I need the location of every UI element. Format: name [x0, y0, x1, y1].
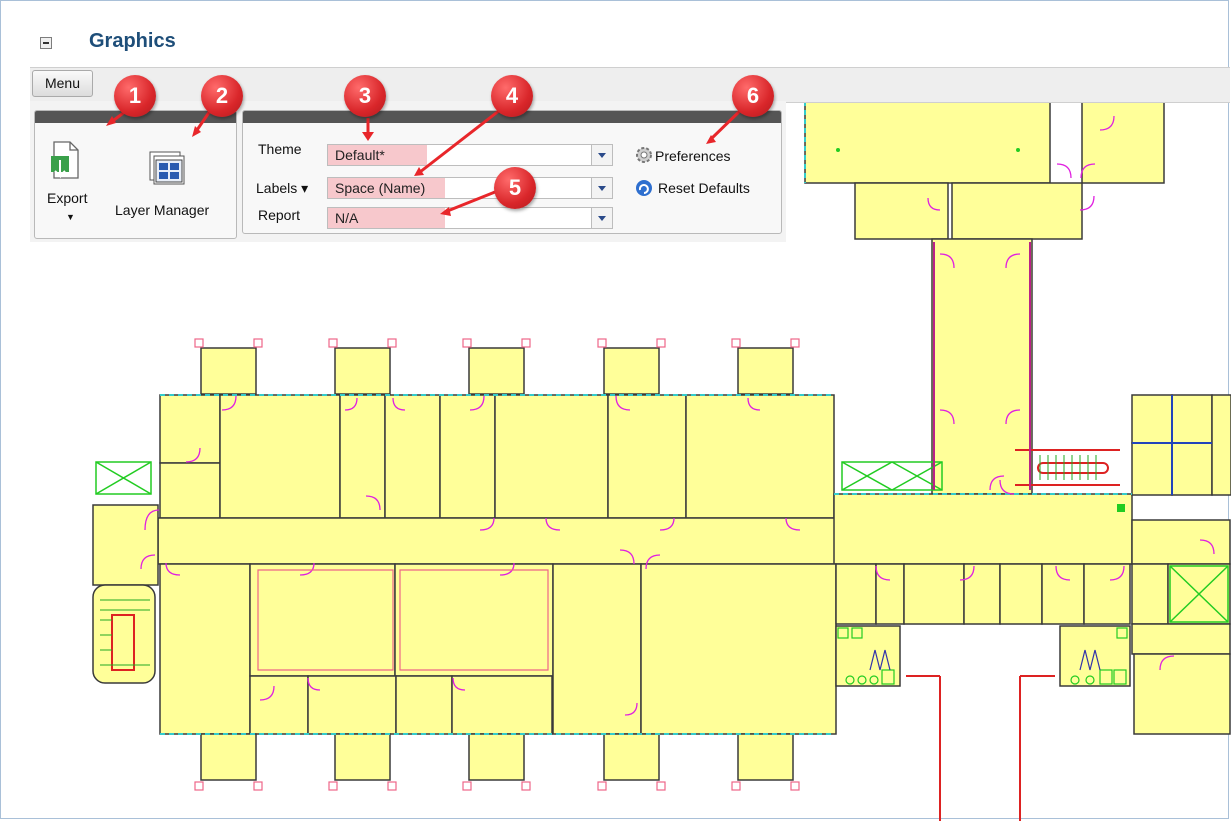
- menu-button[interactable]: Menu: [32, 70, 93, 97]
- callout-badge-4: 4: [491, 75, 533, 117]
- gear-icon[interactable]: [634, 145, 654, 165]
- chevron-down-icon[interactable]: ▼: [66, 212, 75, 222]
- layer-manager-icon[interactable]: [148, 150, 188, 190]
- report-value: N/A: [328, 208, 445, 228]
- labels-select[interactable]: Space (Name): [327, 177, 613, 199]
- theme-label: Theme: [258, 141, 302, 157]
- export-icon[interactable]: [48, 140, 84, 182]
- labels-dropdown[interactable]: Labels ▾: [256, 180, 308, 197]
- export-button[interactable]: Export: [47, 190, 87, 206]
- callout-badge-1: 1: [114, 75, 156, 117]
- dropdown-arrow-icon[interactable]: [591, 145, 612, 165]
- collapse-icon[interactable]: [40, 37, 52, 49]
- callout-badge-3: 3: [344, 75, 386, 117]
- preferences-button[interactable]: Preferences: [655, 148, 730, 164]
- callout-badge-6: 6: [732, 75, 774, 117]
- reset-defaults-button[interactable]: Reset Defaults: [658, 180, 750, 196]
- dropdown-arrow-icon[interactable]: [591, 178, 612, 198]
- panel-title: Graphics: [89, 30, 176, 52]
- layer-manager-button[interactable]: Layer Manager: [115, 202, 209, 218]
- report-select[interactable]: N/A: [327, 207, 613, 229]
- theme-select[interactable]: Default*: [327, 144, 613, 166]
- report-label: Report: [258, 207, 301, 223]
- dropdown-arrow-icon[interactable]: [591, 208, 612, 228]
- reset-icon[interactable]: [634, 178, 654, 198]
- labels-value: Space (Name): [328, 178, 445, 198]
- callout-badge-5: 5: [494, 167, 536, 209]
- callout-badge-2: 2: [201, 75, 243, 117]
- theme-value: Default*: [328, 145, 427, 165]
